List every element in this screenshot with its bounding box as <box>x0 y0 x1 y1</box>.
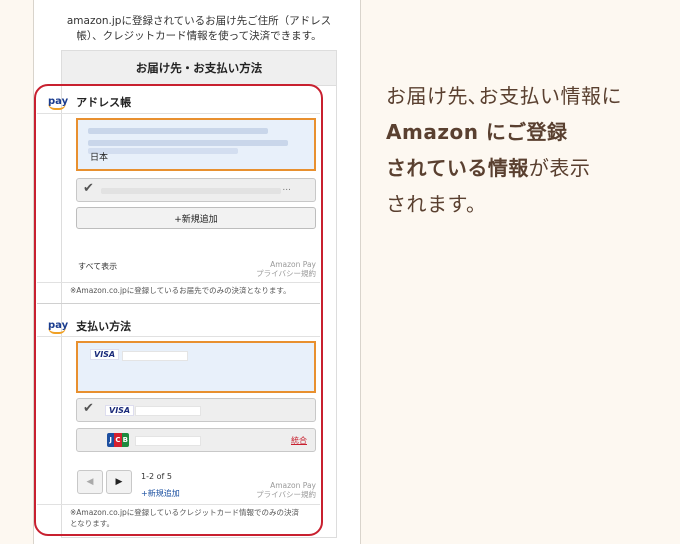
show-all-link[interactable]: すべて表示 <box>78 261 117 272</box>
check-icon: ✔ <box>83 181 94 196</box>
card-number-blurred <box>122 351 188 361</box>
caption-line-3-rest: が表示 <box>528 156 591 180</box>
privacy-policy-link[interactable]: プライバシー規約 <box>236 490 316 499</box>
payment-option-row-jcb[interactable]: J C B 統合 <box>76 428 316 452</box>
divider <box>37 336 320 337</box>
address-note: ※Amazon.co.jpに登録しているお届先でのみの決済となります。 <box>70 286 291 295</box>
payment-section-title: pay 支払い方法 <box>48 318 131 334</box>
privacy-policy-link[interactable]: プライバシー規約 <box>236 269 316 278</box>
divider <box>37 113 320 114</box>
add-address-button[interactable]: +新規追加 <box>76 207 316 229</box>
address-option-row[interactable]: ✔ ... <box>76 178 316 202</box>
selected-payment-card[interactable]: VISA <box>76 341 316 393</box>
selected-address[interactable]: 日本 <box>76 118 316 171</box>
pager-next-button[interactable]: ▶ <box>106 470 132 494</box>
address-option-blurred <box>101 188 281 194</box>
pager-prev-button[interactable]: ◀ <box>77 470 103 494</box>
divider <box>37 282 320 283</box>
check-icon: ✔ <box>83 401 94 416</box>
amazon-pay-label: Amazon Pay <box>270 481 316 490</box>
payment-note-line-1: ※Amazon.co.jpに登録しているクレジットカード情報でのみの決済 <box>70 508 300 517</box>
address-line-blurred <box>88 128 268 134</box>
amazon-pay-label: Amazon Pay <box>270 260 316 269</box>
divider <box>37 504 320 505</box>
intro-text: amazon.jpに登録されているお届け先ご住所（アドレス 帳）、クレジットカー… <box>44 14 354 44</box>
caption-line-4: されます。 <box>386 192 487 216</box>
jcb-letter-j: J <box>107 433 115 447</box>
card-number-blurred <box>135 406 201 416</box>
ellipsis: ... <box>282 183 291 193</box>
caption-line-1: お届け先､お支払い情報に <box>386 84 622 108</box>
intro-line-1: amazon.jpに登録されているお届け先ご住所（アドレス <box>66 15 332 27</box>
card-number-blurred <box>135 436 201 446</box>
address-amazon-pay-credit: Amazon Pay プライバシー規約 <box>236 260 316 278</box>
payment-note-line-2: となります。 <box>70 519 115 528</box>
intro-line-2: 帳）、クレジットカード情報を使って決済できます。 <box>76 30 322 42</box>
jcb-letter-b: B <box>121 433 129 447</box>
payment-amazon-pay-credit: Amazon Pay プライバシー規約 <box>236 481 316 499</box>
amazon-pay-logo: pay <box>48 319 69 334</box>
visa-logo: VISA <box>105 405 135 416</box>
address-line-blurred <box>88 140 288 146</box>
section-divider <box>37 303 320 304</box>
jcb-logo: J C B <box>107 433 129 447</box>
merge-link[interactable]: 統合 <box>291 435 307 446</box>
add-payment-link[interactable]: +新規追加 <box>141 488 180 499</box>
visa-logo: VISA <box>90 349 120 360</box>
payment-option-row-visa[interactable]: ✔ VISA <box>76 398 316 422</box>
address-line-blurred <box>88 148 238 154</box>
pager-count: 1-2 of 5 <box>141 472 172 481</box>
address-section-title: pay アドレス帳 <box>48 94 131 110</box>
caption-line-3-bold: されている情報 <box>386 156 529 180</box>
widget-header: お届け先・お支払い方法 <box>62 51 336 86</box>
address-country: 日本 <box>90 153 109 163</box>
caption-line-2-bold: Amazon にご登録 <box>386 120 568 144</box>
explanation-caption: お届け先､お支払い情報に Amazon にご登録 されている情報が表示 されます… <box>386 78 676 222</box>
payment-note: ※Amazon.co.jpに登録しているクレジットカード情報でのみの決済 となり… <box>70 507 320 529</box>
amazon-pay-logo: pay <box>48 95 69 110</box>
address-title-label: アドレス帳 <box>76 96 132 109</box>
jcb-letter-c: C <box>114 433 122 447</box>
payment-title-label: 支払い方法 <box>76 320 132 333</box>
